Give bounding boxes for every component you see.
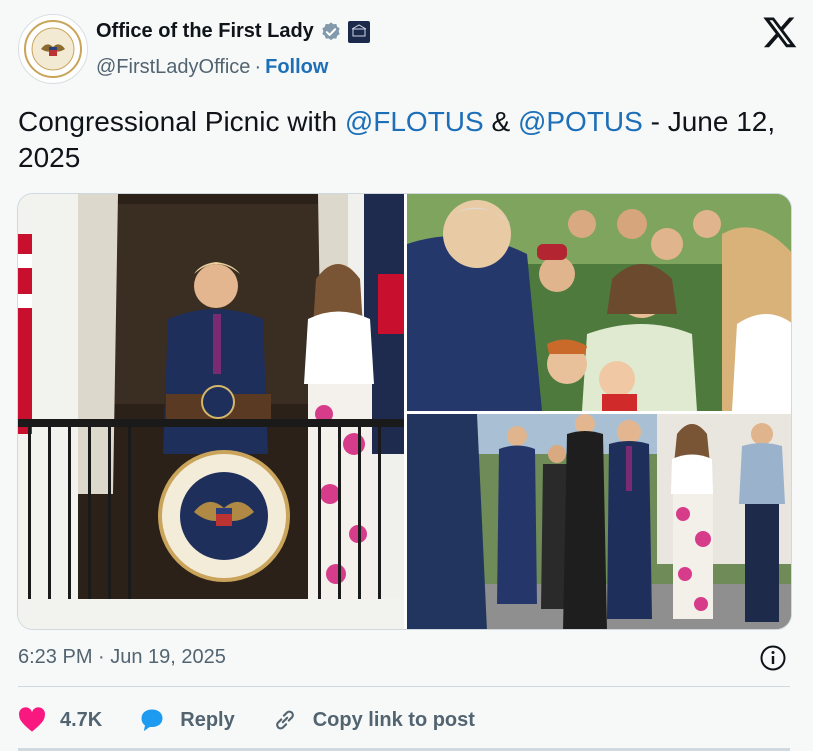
tweet-text-amp: & (483, 106, 518, 137)
separator-dot: · (254, 56, 262, 78)
photo-crowd[interactable] (407, 194, 791, 411)
presidential-seal-avatar-icon (24, 20, 82, 78)
tweet-header: Office of the First Lady @FirstLadyOffic… (18, 14, 798, 84)
info-icon[interactable] (759, 644, 787, 672)
copy-link-label: Copy link to post (312, 708, 475, 731)
heart-icon (19, 707, 45, 732)
account-name[interactable]: Office of the First Lady (96, 20, 314, 43)
photo-walking-image (407, 414, 791, 629)
tweet-text: Congressional Picnic with @FLOTUS & @POT… (18, 104, 798, 176)
photo-balcony[interactable] (18, 194, 404, 629)
mention-potus-link[interactable]: @POTUS (518, 106, 643, 137)
action-bar: 4.7K Reply Copy link to post (18, 700, 511, 740)
tweet-timestamp[interactable]: 6:23 PM · Jun 19, 2025 (18, 646, 226, 669)
verified-badge-icon (322, 21, 340, 40)
divider (18, 686, 790, 687)
reply-bubble-icon (141, 709, 163, 732)
name-row: Office of the First Lady (96, 20, 370, 43)
avatar[interactable] (18, 14, 88, 84)
white-house-affiliate-badge-icon (347, 20, 370, 43)
x-logo-icon[interactable] (762, 14, 798, 50)
like-count: 4.7K (60, 708, 103, 731)
tweet-text-start: Congressional Picnic with (18, 106, 345, 137)
mention-flotus-link[interactable]: @FLOTUS (345, 106, 484, 137)
photo-crowd-image (407, 194, 791, 411)
reply-button[interactable]: Reply (138, 707, 235, 733)
photo-walking[interactable] (407, 414, 791, 629)
handle-row: @FirstLadyOffice · Follow (96, 56, 328, 79)
copy-link-button[interactable]: Copy link to post (271, 707, 475, 733)
reply-label: Reply (180, 708, 235, 731)
photo-balcony-image (18, 194, 404, 629)
like-button[interactable]: 4.7K (18, 707, 102, 733)
account-handle[interactable]: @FirstLadyOffice (96, 56, 250, 79)
link-icon (275, 710, 294, 730)
media-grid (17, 193, 792, 630)
follow-button[interactable]: Follow (265, 56, 328, 79)
